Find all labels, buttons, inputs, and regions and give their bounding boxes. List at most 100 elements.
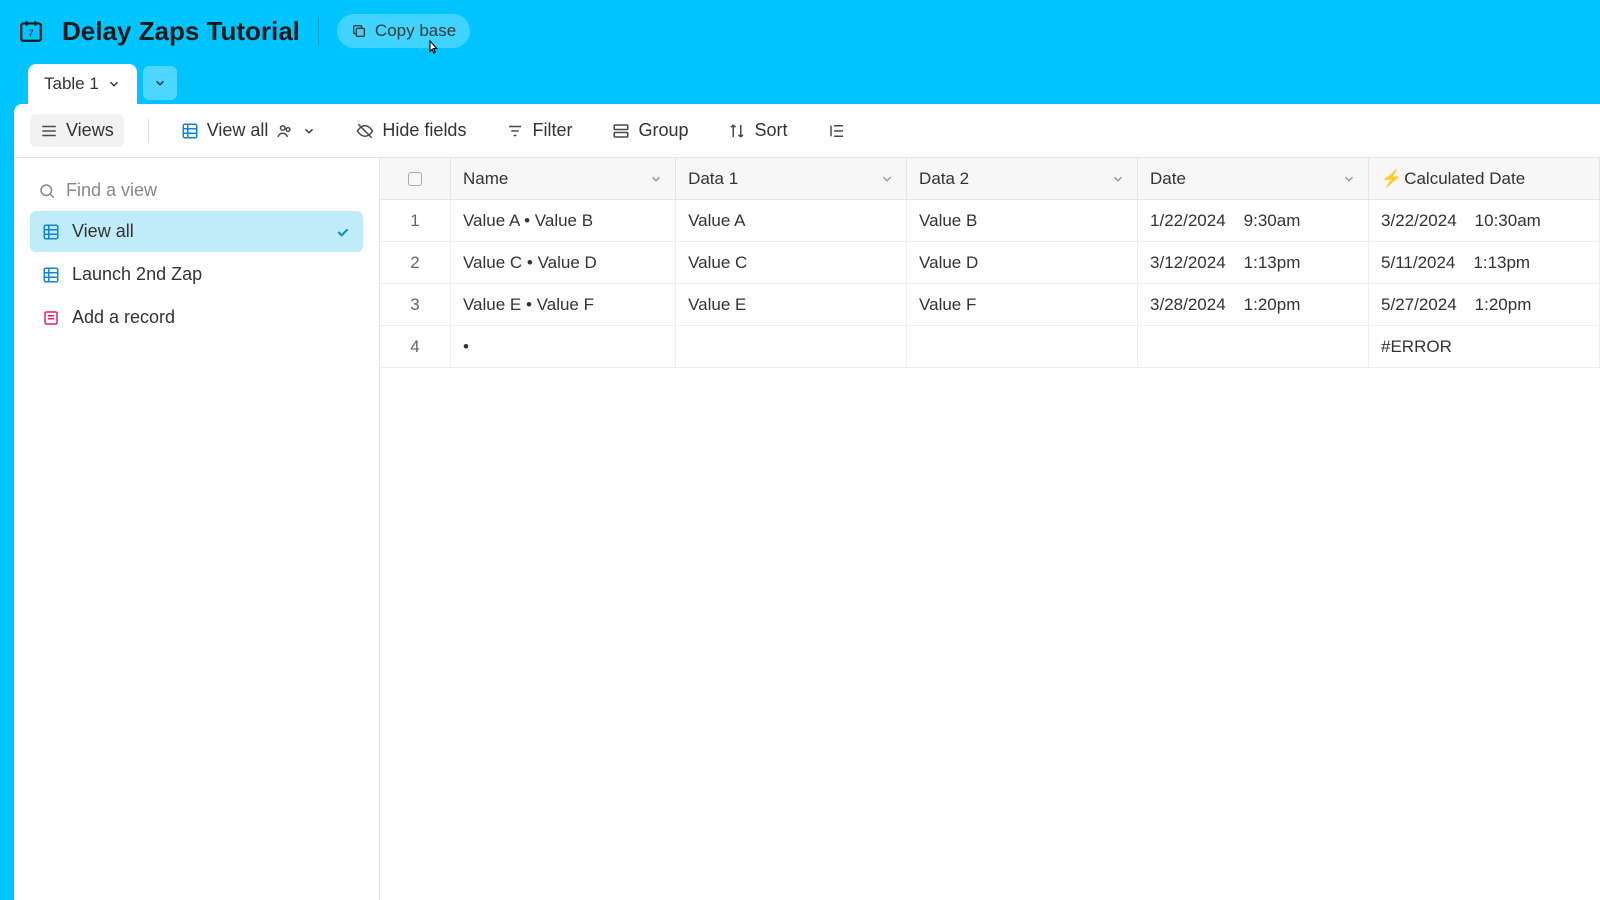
row-number: 2 — [380, 242, 451, 283]
column-label: Calculated Date — [1404, 169, 1525, 189]
add-table-button[interactable] — [143, 66, 177, 100]
cell-data-2[interactable] — [907, 326, 1138, 367]
chevron-down-icon[interactable] — [1111, 172, 1125, 186]
eye-off-icon — [356, 122, 374, 140]
grid-icon — [42, 223, 60, 241]
views-label: Views — [66, 120, 114, 141]
find-view-placeholder: Find a view — [66, 180, 157, 201]
view-label: View all — [72, 221, 134, 242]
select-all-checkbox[interactable] — [408, 172, 422, 186]
table-row[interactable]: 4• #ERROR — [380, 326, 1600, 368]
divider — [318, 17, 319, 45]
cell-name[interactable]: • — [451, 326, 676, 367]
view-all-label: View all — [207, 120, 269, 141]
hide-fields-label: Hide fields — [382, 120, 466, 141]
cell-data-1[interactable]: Value C — [676, 242, 907, 283]
filter-icon — [506, 122, 524, 140]
chevron-down-icon — [302, 124, 316, 138]
calendar-icon: 7 — [18, 18, 44, 44]
column-header-data-1[interactable]: Data 1 — [676, 158, 907, 199]
chevron-down-icon[interactable] — [649, 172, 663, 186]
column-header-name[interactable]: Name — [451, 158, 676, 199]
cell-name[interactable]: Value E • Value F — [451, 284, 676, 325]
row-number: 4 — [380, 326, 451, 367]
tabs-row: Table 1 — [0, 62, 1600, 104]
chevron-down-icon[interactable] — [1342, 172, 1356, 186]
grid-icon — [181, 122, 199, 140]
cell-calculated-date[interactable]: #ERROR — [1369, 326, 1600, 367]
copy-icon — [351, 23, 367, 39]
view-label: Add a record — [72, 307, 175, 328]
cell-data-1[interactable]: Value E — [676, 284, 907, 325]
search-icon — [38, 182, 56, 200]
users-icon — [276, 122, 294, 140]
cell-calculated-date[interactable]: 5/27/20241:20pm — [1369, 284, 1600, 325]
views-button[interactable]: Views — [30, 114, 124, 147]
table-row[interactable]: 3Value E • Value FValue EValue F3/28/202… — [380, 284, 1600, 326]
sort-button[interactable]: Sort — [720, 114, 795, 147]
column-label: Data 1 — [688, 169, 738, 189]
view-all-selector[interactable]: View all — [173, 114, 325, 147]
column-header-calculated-date[interactable]: ⚡ Calculated Date — [1369, 158, 1600, 199]
cell-data-2[interactable]: Value F — [907, 284, 1138, 325]
cell-name[interactable]: Value C • Value D — [451, 242, 676, 283]
cell-data-2[interactable]: Value B — [907, 200, 1138, 241]
group-label: Group — [638, 120, 688, 141]
view-label: Launch 2nd Zap — [72, 264, 202, 285]
views-sidebar: Find a view View all Launch 2nd Zap Add … — [14, 158, 380, 900]
column-header-date[interactable]: Date — [1138, 158, 1369, 199]
cell-date[interactable]: 3/12/20241:13pm — [1138, 242, 1369, 283]
column-header-data-2[interactable]: Data 2 — [907, 158, 1138, 199]
sidebar-view-add-record[interactable]: Add a record — [30, 297, 363, 338]
column-label: Data 2 — [919, 169, 969, 189]
filter-label: Filter — [532, 120, 572, 141]
sidebar-view-view-all[interactable]: View all — [30, 211, 363, 252]
cell-date[interactable]: 1/22/20249:30am — [1138, 200, 1369, 241]
find-view-input[interactable]: Find a view — [30, 170, 363, 211]
sort-label: Sort — [754, 120, 787, 141]
filter-button[interactable]: Filter — [498, 114, 580, 147]
tab-label: Table 1 — [44, 74, 99, 94]
chevron-down-icon — [107, 77, 121, 91]
group-button[interactable]: Group — [604, 114, 696, 147]
row-height-button[interactable] — [820, 116, 854, 146]
sidebar-view-launch-2nd-zap[interactable]: Launch 2nd Zap — [30, 254, 363, 295]
main-panel: Views View all Hide fields Filter Group … — [14, 104, 1600, 900]
cell-calculated-date[interactable]: 5/11/20241:13pm — [1369, 242, 1600, 283]
row-height-icon — [828, 122, 846, 140]
svg-text:7: 7 — [28, 28, 33, 39]
chevron-down-icon — [153, 76, 167, 90]
tab-table-1[interactable]: Table 1 — [28, 64, 137, 104]
lightning-icon: ⚡ — [1381, 169, 1402, 189]
select-all-column[interactable] — [380, 158, 451, 199]
copy-base-label: Copy base — [375, 21, 456, 41]
cursor-icon — [424, 38, 442, 56]
sort-icon — [728, 122, 746, 140]
base-title[interactable]: Delay Zaps Tutorial — [62, 16, 300, 47]
divider — [148, 119, 149, 143]
table-row[interactable]: 1Value A • Value BValue AValue B1/22/202… — [380, 200, 1600, 242]
data-grid: Name Data 1 Data 2 Date ⚡ Calculat — [380, 158, 1600, 900]
cell-date[interactable]: 3/28/20241:20pm — [1138, 284, 1369, 325]
view-toolbar: Views View all Hide fields Filter Group … — [14, 104, 1600, 158]
menu-icon — [40, 122, 58, 140]
form-icon — [42, 309, 60, 327]
cell-data-1[interactable] — [676, 326, 907, 367]
cell-data-1[interactable]: Value A — [676, 200, 907, 241]
content-area: Find a view View all Launch 2nd Zap Add … — [14, 158, 1600, 900]
column-label: Name — [463, 169, 508, 189]
check-icon — [335, 224, 351, 240]
cell-date[interactable] — [1138, 326, 1369, 367]
row-number: 3 — [380, 284, 451, 325]
cell-data-2[interactable]: Value D — [907, 242, 1138, 283]
cell-name[interactable]: Value A • Value B — [451, 200, 676, 241]
grid-icon — [42, 266, 60, 284]
group-icon — [612, 122, 630, 140]
app-header: 7 Delay Zaps Tutorial Copy base — [0, 0, 1600, 62]
chevron-down-icon[interactable] — [880, 172, 894, 186]
cell-calculated-date[interactable]: 3/22/202410:30am — [1369, 200, 1600, 241]
table-row[interactable]: 2Value C • Value DValue CValue D3/12/202… — [380, 242, 1600, 284]
grid-body: 1Value A • Value BValue AValue B1/22/202… — [380, 200, 1600, 368]
hide-fields-button[interactable]: Hide fields — [348, 114, 474, 147]
copy-base-button[interactable]: Copy base — [337, 14, 470, 48]
